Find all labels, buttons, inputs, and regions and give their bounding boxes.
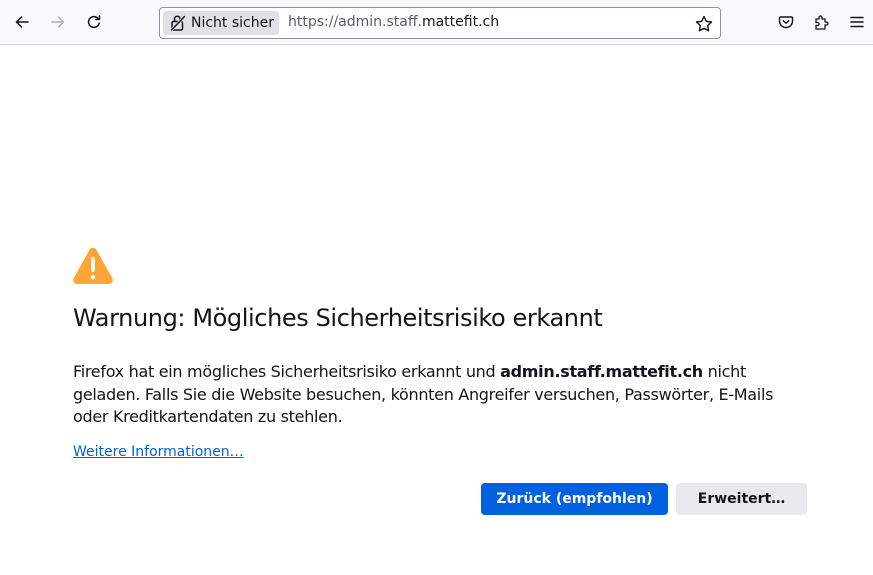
url-text[interactable]: https://admin.staff.mattefit.ch bbox=[288, 14, 499, 30]
puzzle-piece-icon bbox=[815, 15, 829, 30]
description-text-end: nicht bbox=[702, 362, 747, 381]
page-title: Warnung: Mögliches Sicherheitsrisiko erk… bbox=[73, 304, 603, 332]
app-menu-button[interactable] bbox=[843, 8, 871, 36]
url-bar[interactable]: Nicht sicher https://admin.staff.mattefi… bbox=[159, 7, 721, 39]
pocket-button[interactable] bbox=[772, 8, 800, 36]
go-back-button[interactable]: Zurück (empfohlen) bbox=[481, 483, 668, 515]
back-button[interactable] bbox=[8, 8, 36, 36]
pocket-icon bbox=[778, 16, 794, 29]
insecure-lock-icon bbox=[170, 14, 186, 32]
error-description: Firefox hat ein mögliches Sicherheitsris… bbox=[73, 361, 803, 429]
bookmark-star-icon[interactable] bbox=[694, 14, 714, 34]
description-line-2: geladen. Falls Sie die Website besuchen,… bbox=[73, 384, 774, 404]
forward-button[interactable] bbox=[44, 8, 72, 36]
learn-more-link[interactable]: Weitere Informationen… bbox=[73, 444, 244, 460]
description-text-start: Firefox hat ein mögliches Sicherheitsris… bbox=[73, 362, 501, 381]
arrow-right-icon bbox=[51, 16, 65, 28]
browser-toolbar: Nicht sicher https://admin.staff.mattefi… bbox=[0, 0, 873, 45]
blocked-domain: admin.staff.mattefit.ch bbox=[500, 362, 703, 381]
arrow-left-icon bbox=[15, 16, 29, 28]
url-host: mattefit.ch bbox=[421, 14, 500, 30]
extensions-button[interactable] bbox=[808, 8, 836, 36]
advanced-button[interactable]: Erweitert… bbox=[676, 483, 807, 515]
description-line-1: Firefox hat ein mögliches Sicherheitsris… bbox=[73, 361, 803, 384]
reload-button[interactable] bbox=[80, 8, 108, 36]
description-line-3: oder Kreditkartendaten zu stehlen. bbox=[73, 407, 343, 426]
hamburger-menu-icon bbox=[850, 16, 864, 28]
warning-icon bbox=[73, 247, 113, 284]
site-identity-button[interactable]: Nicht sicher bbox=[163, 11, 279, 35]
identity-label: Nicht sicher bbox=[191, 15, 274, 31]
url-prefix: https://admin.staff. bbox=[288, 14, 422, 30]
reload-icon bbox=[87, 15, 101, 29]
